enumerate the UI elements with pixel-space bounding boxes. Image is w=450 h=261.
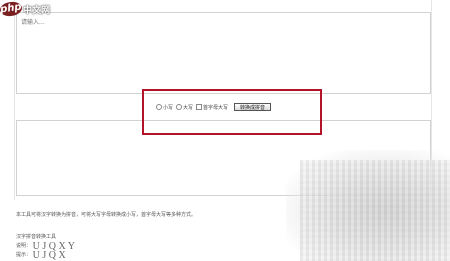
conversion-options: 小写 大写 首字母大写 转换成拼音: [156, 103, 272, 111]
description-line-4-text: 提示：: [16, 252, 32, 258]
description-line-4-letters: U J Q X: [32, 250, 66, 261]
description-line-2: 汉字拼音转换工具: [16, 234, 316, 241]
description-line-4: 提示： U J Q X: [16, 250, 316, 261]
description-line-3: 说明： U J Q X Y: [16, 242, 316, 252]
option-uppercase[interactable]: 大写: [176, 104, 193, 111]
page: php 中文网 请输入... 小写 大写 首字母大写 转换成拼音 本工具可将汉字…: [0, 0, 450, 261]
option-lowercase[interactable]: 小写: [156, 104, 173, 111]
lowercase-label: 小写: [163, 104, 174, 111]
red-highlight-frame: [142, 89, 322, 135]
chinese-input-textarea[interactable]: 请输入...: [16, 12, 431, 94]
uppercase-label: 大写: [183, 104, 194, 111]
convert-to-pinyin-button[interactable]: 转换成拼音: [234, 103, 272, 111]
lowercase-radio[interactable]: [156, 104, 162, 110]
description-line-1: 本工具可将汉字转换为拼音，可将大写字母转换成小写，首字母大写等多种方式。: [16, 212, 197, 218]
description-line-2-text: 汉字拼音转换工具: [16, 234, 57, 240]
option-first-letter-upper[interactable]: 首字母大写: [196, 104, 228, 111]
uppercase-radio[interactable]: [176, 104, 183, 110]
description-line-3-text: 说明：: [16, 243, 32, 249]
pixelated-watermark: [300, 160, 450, 261]
site-name: 中文网: [23, 5, 51, 16]
input-placeholder: 请输入...: [21, 19, 45, 26]
php-cn-logo[interactable]: php 中文网: [0, 0, 54, 18]
php-logo-badge: php: [0, 0, 23, 18]
first-letter-label: 首字母大写: [203, 104, 229, 111]
first-letter-checkbox[interactable]: [196, 104, 203, 110]
left-divider: [14, 0, 15, 200]
